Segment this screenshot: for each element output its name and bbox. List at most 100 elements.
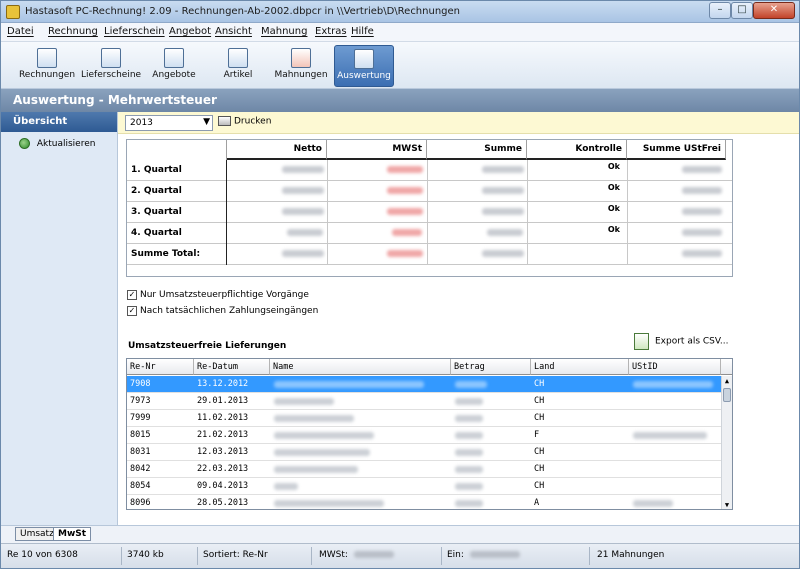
menu-bar: Datei Rechnung Lieferschein Angebot Ansi… xyxy=(1,23,799,42)
menu-hilfe[interactable]: Hilfe xyxy=(351,26,374,37)
toolbar-rechnungen-button[interactable]: Rechnungen xyxy=(17,45,77,87)
cell-land: CH xyxy=(534,396,545,406)
year-select[interactable]: 2013 ▼ xyxy=(125,115,213,131)
status-sort: Sortiert: Re-Nr xyxy=(203,550,268,560)
toolbar: Rechnungen Lieferscheine Angebote Artike… xyxy=(1,42,799,89)
status-size: 3740 kb xyxy=(127,550,164,560)
cell-re-nr: 8054 xyxy=(130,481,151,491)
column-header-land[interactable]: Land xyxy=(531,359,629,375)
redacted-ustid xyxy=(633,432,707,439)
redacted-name xyxy=(274,483,298,490)
table-row[interactable]: 7999 11.02.2013 CH xyxy=(127,410,721,427)
redacted-value xyxy=(387,250,423,257)
summary-row: Summe Total: xyxy=(127,244,732,265)
toolbar-auswertung-button[interactable]: Auswertung xyxy=(334,45,394,87)
redacted-value xyxy=(353,551,394,558)
redacted-ustid xyxy=(633,500,673,507)
redacted-amount xyxy=(455,381,487,388)
checkbox-label: Nur Umsatzsteuerpflichtige Vorgänge xyxy=(140,290,309,300)
content-area: 2013 ▼ Drucken Netto MWSt Summe Kontroll… xyxy=(118,112,799,525)
toolbar-label: Auswertung xyxy=(337,71,391,81)
redacted-amount xyxy=(455,449,483,456)
menu-ansicht[interactable]: Ansicht xyxy=(215,26,252,37)
redacted-value xyxy=(682,187,722,194)
title-bar: Hastasoft PC-Rechnung! 2.09 - Rechnungen… xyxy=(1,1,799,23)
redacted-amount xyxy=(455,432,483,439)
maximize-button[interactable]: □ xyxy=(731,2,753,19)
cell-re-datum: 28.05.2013 xyxy=(197,498,249,508)
menu-angebot[interactable]: Angebot xyxy=(169,26,211,37)
cell-re-nr: 8031 xyxy=(130,447,151,457)
check-status: Ok xyxy=(607,162,620,171)
column-header: Netto xyxy=(227,140,327,160)
menu-lieferschein[interactable]: Lieferschein xyxy=(104,26,165,37)
table-row[interactable]: 7908 13.12.2012 CH xyxy=(127,376,721,393)
table-row[interactable]: 8096 28.05.2013 A xyxy=(127,495,721,509)
table-row[interactable]: 8031 12.03.2013 CH xyxy=(127,444,721,461)
redacted-name xyxy=(274,500,384,507)
table-row[interactable]: 8042 22.03.2013 CH xyxy=(127,461,721,478)
column-header-re-datum[interactable]: Re-Datum xyxy=(194,359,270,375)
status-income-label: Ein: xyxy=(447,550,464,560)
check-status: Ok xyxy=(607,225,620,234)
filter-bar: 2013 ▼ Drucken xyxy=(118,112,799,134)
exempt-deliveries-list[interactable]: Re-Nr Re-Datum Name Betrag Land UStID 79… xyxy=(126,358,733,510)
summary-row: 2. Quartal Ok xyxy=(127,181,732,202)
vertical-scrollbar[interactable]: ▲ ▼ xyxy=(721,376,732,509)
toolbar-angebote-button[interactable]: Angebote xyxy=(144,45,204,87)
tab-mwst[interactable]: MwSt xyxy=(53,527,92,541)
menu-rechnung[interactable]: Rechnung xyxy=(48,26,98,37)
scroll-down-icon[interactable]: ▼ xyxy=(722,500,732,509)
redacted-name xyxy=(274,415,354,422)
column-header-re-nr[interactable]: Re-Nr xyxy=(127,359,194,375)
scroll-thumb[interactable] xyxy=(723,388,731,402)
summary-row: 4. Quartal Ok xyxy=(127,223,732,244)
toolbar-mahnungen-button[interactable]: Mahnungen xyxy=(271,45,331,87)
toolbar-artikel-button[interactable]: Artikel xyxy=(208,45,268,87)
status-vat-label: MWSt: xyxy=(319,550,348,560)
table-row[interactable]: 8015 21.02.2013 F xyxy=(127,427,721,444)
redacted-amount xyxy=(455,483,483,490)
scroll-up-icon[interactable]: ▲ xyxy=(722,376,732,386)
taxable-only-checkbox[interactable]: ✓ Nur Umsatzsteuerpflichtige Vorgänge xyxy=(127,290,309,301)
refresh-button[interactable]: Aktualisieren xyxy=(19,138,95,152)
table-row[interactable]: 7973 29.01.2013 CH xyxy=(127,393,721,410)
by-payment-checkbox[interactable]: ✓ Nach tatsächlichen Zahlungseingängen xyxy=(127,306,318,317)
redacted-amount xyxy=(455,398,483,405)
redacted-name xyxy=(274,432,374,439)
redacted-amount xyxy=(455,415,483,422)
toolbar-lieferscheine-button[interactable]: Lieferscheine xyxy=(81,45,141,87)
table-row[interactable]: 8054 09.04.2013 CH xyxy=(127,478,721,495)
redacted-value xyxy=(682,166,722,173)
check-status: Ok xyxy=(607,183,620,192)
redacted-value xyxy=(387,166,423,173)
year-value: 2013 xyxy=(130,118,153,128)
reminder-icon xyxy=(291,48,311,68)
checkbox-label: Nach tatsächlichen Zahlungseingängen xyxy=(140,306,319,316)
column-header-name[interactable]: Name xyxy=(270,359,451,375)
close-button[interactable]: ✕ xyxy=(753,2,795,19)
print-button[interactable]: Drucken xyxy=(218,116,271,127)
summary-row-label: 4. Quartal xyxy=(127,223,227,244)
redacted-value xyxy=(387,208,423,215)
refresh-label: Aktualisieren xyxy=(36,138,96,149)
column-header-ustid[interactable]: UStID xyxy=(629,359,721,375)
cell-land: CH xyxy=(534,447,545,457)
chevron-down-icon: ▼ xyxy=(203,117,210,127)
printer-icon xyxy=(218,116,231,126)
menu-datei[interactable]: Datei xyxy=(7,26,34,37)
toolbar-label: Angebote xyxy=(152,70,196,80)
menu-extras[interactable]: Extras xyxy=(315,26,347,37)
column-header-betrag[interactable]: Betrag xyxy=(451,359,531,375)
column-header: MWSt xyxy=(327,140,427,160)
minimize-button[interactable]: – xyxy=(709,2,731,19)
summary-row: 1. Quartal Ok xyxy=(127,160,732,181)
redacted-amount xyxy=(455,466,483,473)
cell-land: CH xyxy=(534,413,545,423)
redacted-value xyxy=(282,166,324,173)
export-csv-button[interactable]: Export als CSV... xyxy=(634,333,728,350)
menu-mahnung[interactable]: Mahnung xyxy=(261,26,307,37)
cell-re-datum: 11.02.2013 xyxy=(197,413,249,423)
redacted-name xyxy=(274,466,358,473)
redacted-name xyxy=(274,398,334,405)
